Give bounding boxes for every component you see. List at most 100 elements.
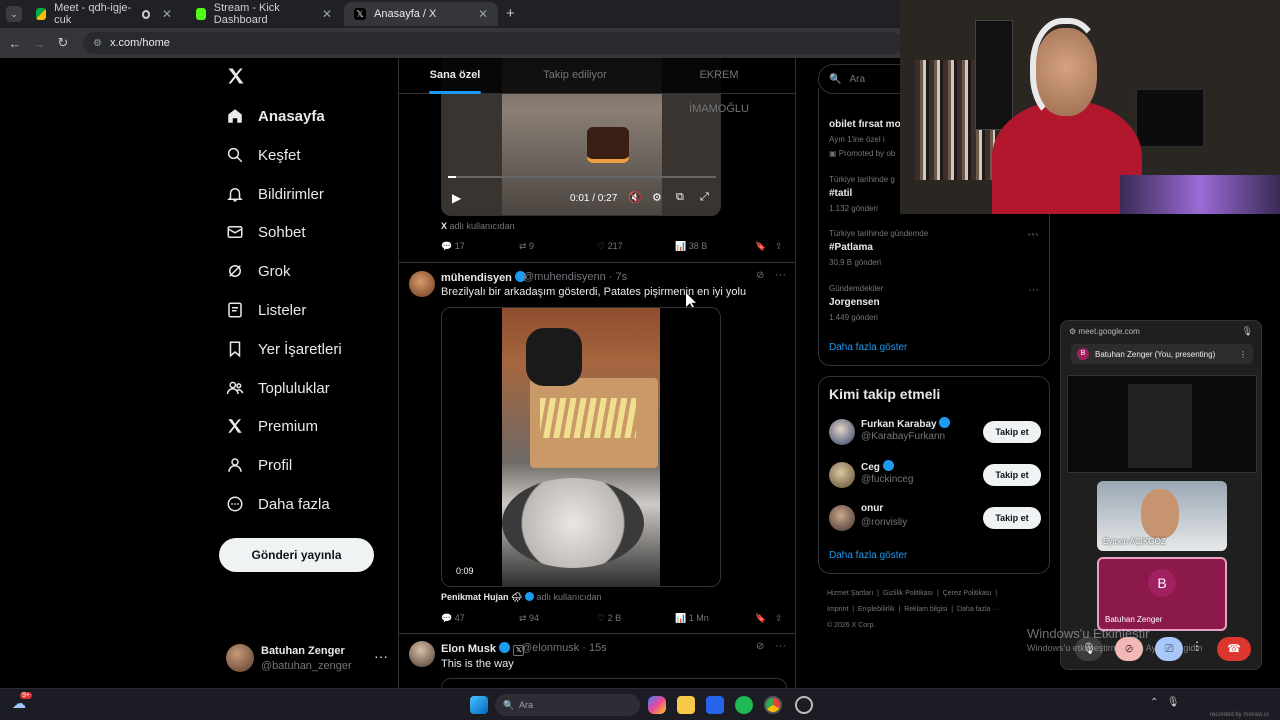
footer-link[interactable]: Hizmet Şartları: [827, 590, 873, 597]
account-switcher[interactable]: Batuhan Zenger @batuhan_zenger ···: [226, 640, 388, 676]
avatar[interactable]: [409, 641, 435, 667]
trend-item[interactable]: Gündemdekiler Jorgensen 1.449 gönderi ··…: [829, 284, 1039, 322]
store-icon[interactable]: [706, 696, 724, 714]
footer-link[interactable]: Erişilebilirlik: [858, 606, 895, 613]
follow-button[interactable]: Takip et: [983, 464, 1041, 486]
trend-item[interactable]: Türkiye tarihinde gündemde #Patlama 30,9…: [829, 229, 1039, 267]
footer-link[interactable]: Çerez Politikası: [943, 590, 992, 597]
footer-link[interactable]: Daha fazla ···: [957, 606, 999, 613]
app-icon[interactable]: [795, 696, 813, 714]
tab-following[interactable]: Takip ediliyor: [539, 58, 611, 94]
tray-icons[interactable]: ⌃ 🎙: [1150, 697, 1179, 708]
bookmark-icon: [229, 341, 241, 358]
more-icon[interactable]: ···: [1028, 284, 1039, 296]
participant-tile[interactable]: Eymen AÇIKGÖZ: [1097, 481, 1227, 551]
more-icon[interactable]: ···: [775, 640, 786, 652]
more-vert-icon[interactable]: ⋮: [1239, 350, 1247, 359]
presenter-bar[interactable]: B Batuhan Zenger (You, presenting) ⋮: [1071, 344, 1253, 364]
tweet-author-name[interactable]: mühendisyen: [441, 271, 526, 284]
more-icon[interactable]: ···: [775, 269, 786, 281]
new-tab-button[interactable]: +: [506, 5, 515, 22]
more-icon[interactable]: ···: [1027, 228, 1038, 240]
back-icon[interactable]: ←: [3, 36, 27, 51]
site-info-icon[interactable]: ⚙: [93, 38, 102, 49]
reload-icon[interactable]: ↻: [51, 35, 75, 51]
close-tab-icon[interactable]: ✕: [162, 7, 172, 21]
views-count[interactable]: 📊 1 Mn: [675, 613, 709, 624]
fullscreen-icon[interactable]: ⤢: [700, 191, 709, 204]
participant-tile[interactable]: B Batuhan Zenger: [1097, 557, 1227, 631]
share-icon[interactable]: ⇪: [775, 241, 783, 252]
follow-suggestion[interactable]: Ceg @fuckinceg Takip et: [829, 460, 1041, 490]
more-icon[interactable]: ···: [374, 648, 388, 664]
show-more-link[interactable]: Daha fazla göster: [829, 342, 907, 353]
reply-button[interactable]: 💬 17: [441, 241, 465, 252]
tab-label: Anasayfa / X: [374, 8, 437, 20]
grok-icon[interactable]: ⊘: [756, 641, 764, 652]
chrome-icon[interactable]: [764, 696, 782, 714]
tab-x[interactable]: 𝕏 Anasayfa / X ✕: [344, 2, 498, 26]
close-tab-icon[interactable]: ✕: [322, 7, 332, 21]
share-icon[interactable]: ⇪: [775, 613, 783, 624]
copilot-icon[interactable]: [648, 696, 666, 714]
footer-link[interactable]: Gizlilik Politikası: [883, 590, 933, 597]
avatar: [829, 505, 855, 531]
post-button[interactable]: Gönderi yayınla: [219, 538, 374, 572]
repost-button[interactable]: ⇄ 9: [519, 241, 534, 252]
show-more-link[interactable]: Daha fazla göster: [829, 550, 907, 561]
mute-icon[interactable]: 🔇: [628, 191, 642, 204]
tweet-author-handle[interactable]: @elonmusk · 15s: [521, 642, 607, 654]
repost-button[interactable]: ⇄ 94: [519, 613, 539, 624]
tweet-media[interactable]: [441, 678, 787, 688]
nav-messages[interactable]: Sohbet: [226, 217, 306, 247]
nav-home[interactable]: Anasayfa: [226, 101, 325, 131]
start-icon[interactable]: [470, 696, 488, 714]
bookmark-icon[interactable]: 🔖: [755, 613, 766, 624]
nav-grok[interactable]: Grok: [226, 256, 291, 286]
reply-button[interactable]: 💬 47: [441, 613, 465, 624]
settings-icon[interactable]: ⚙: [652, 191, 662, 204]
trend-title: #Patlama: [829, 242, 873, 253]
follow-button[interactable]: Takip et: [983, 421, 1041, 443]
forward-icon[interactable]: →: [27, 36, 51, 51]
nav-communities[interactable]: Topluluklar: [226, 373, 330, 403]
nav-lists[interactable]: Listeler: [226, 295, 306, 325]
divider: [399, 633, 795, 634]
footer-link[interactable]: Reklam bilgisi: [904, 606, 947, 613]
tab-for-you[interactable]: Sana özel: [429, 58, 481, 94]
x-logo-icon[interactable]: [226, 66, 248, 88]
follow-suggestion[interactable]: Furkan Karabay @KarabayFurkann Takip et: [829, 417, 1041, 447]
views-count[interactable]: 📊 38 B: [675, 241, 707, 252]
nav-premium[interactable]: Premium: [226, 411, 318, 441]
suggestion-name: onur: [861, 503, 884, 514]
follow-button[interactable]: Takip et: [983, 507, 1041, 529]
tweet-author-name[interactable]: Elon Musk 𝕏: [441, 642, 525, 656]
nav-more[interactable]: Daha fazla: [226, 489, 330, 519]
like-button[interactable]: ♡ 2 B: [597, 613, 621, 624]
bookmark-icon[interactable]: 🔖: [755, 241, 766, 252]
tab-list[interactable]: EKREM İMAMOĞLU: [669, 58, 769, 115]
play-icon[interactable]: ▶: [452, 191, 461, 205]
avatar[interactable]: [409, 271, 435, 297]
grok-icon[interactable]: ⊘: [756, 270, 764, 281]
file-explorer-icon[interactable]: [677, 696, 695, 714]
divider: [399, 262, 795, 263]
video-progress[interactable]: [448, 176, 716, 178]
tab-meet[interactable]: Meet - qdh-igje-cuk ✕: [26, 2, 182, 26]
nav-explore[interactable]: Keşfet: [226, 140, 301, 170]
taskbar-search[interactable]: 🔍 Ara: [495, 694, 640, 716]
tab-kick[interactable]: Stream - Kick Dashboard ✕: [186, 2, 342, 26]
tweet-author-handle[interactable]: @muhendisyenn · 7s: [523, 271, 627, 283]
pip-icon[interactable]: ⧉: [676, 191, 684, 204]
nav-bookmarks[interactable]: Yer İşaretleri: [226, 334, 342, 364]
tweet-video[interactable]: 0:09: [441, 307, 721, 587]
footer-link[interactable]: Imprint: [827, 606, 848, 613]
follow-suggestion[interactable]: onur @ronvisliy Takip et: [829, 503, 1041, 533]
nav-profile[interactable]: Profil: [226, 450, 292, 480]
close-tab-icon[interactable]: ✕: [478, 7, 488, 21]
nav-notifications[interactable]: Bildirimler: [226, 179, 324, 209]
url-field[interactable]: ⚙ x.com/home: [83, 32, 903, 54]
tab-search-button[interactable]: ⌄: [6, 6, 22, 22]
spotify-icon[interactable]: [735, 696, 753, 714]
like-button[interactable]: ♡ 217: [597, 241, 623, 252]
